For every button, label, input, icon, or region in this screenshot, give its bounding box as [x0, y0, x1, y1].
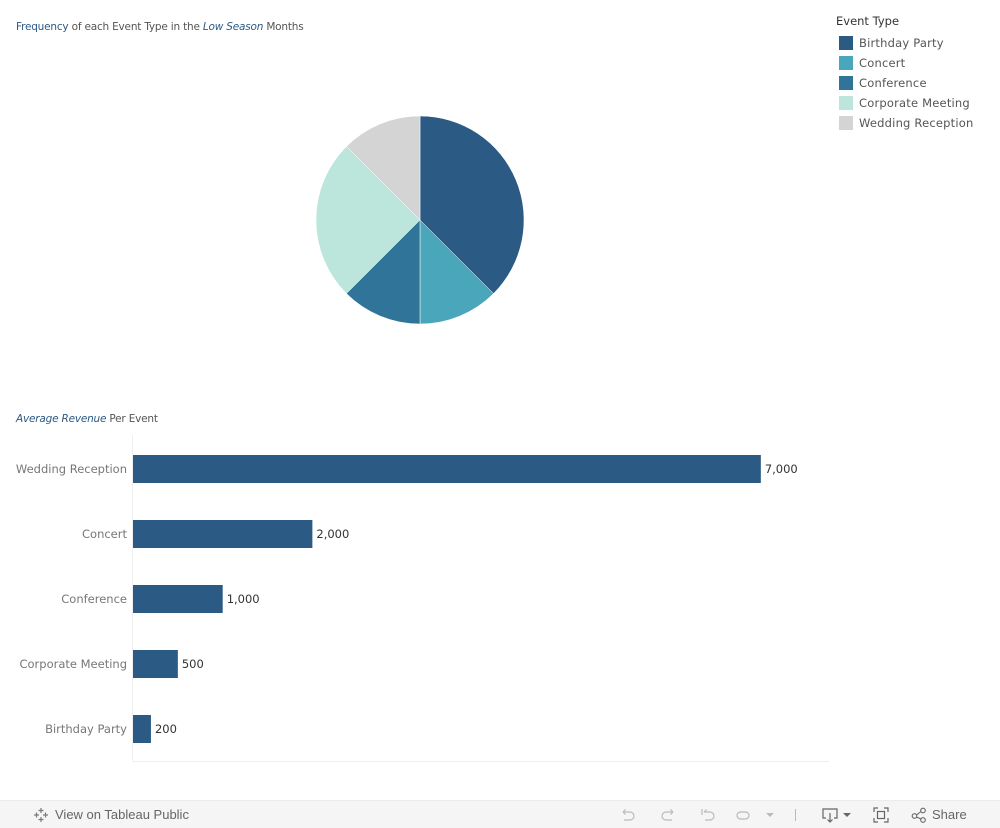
bar-chart-title: Average Revenue Per Event — [16, 413, 158, 425]
bar-birthday-party[interactable] — [133, 715, 151, 743]
y-tick-label-corporate-meeting: Corporate Meeting — [19, 657, 127, 671]
y-tick-label-conference: Conference — [61, 592, 127, 606]
legend-label: Wedding Reception — [859, 116, 974, 130]
undo-button[interactable] — [620, 801, 636, 828]
caret-down-icon — [766, 812, 774, 817]
data-label-birthday-party: 200 — [155, 722, 177, 736]
bar-chart: Wedding Reception 7,000 Concert 2,000 Confer… — [16, 435, 829, 762]
legend: Event Type Birthday Party Concert Conferen… — [836, 14, 974, 133]
legend-label: Birthday Party — [859, 36, 944, 50]
revert-button[interactable] — [700, 801, 716, 828]
data-label-wedding-reception: 7,000 — [765, 462, 798, 476]
legend-swatch — [839, 56, 853, 70]
redo-button[interactable] — [660, 801, 676, 828]
legend-item-conference[interactable]: Conference — [836, 73, 974, 93]
share-label: Share — [932, 807, 967, 822]
legend-swatch — [839, 96, 853, 110]
legend-label: Conference — [859, 76, 927, 90]
toolbar: View on Tableau Public Share — [0, 800, 1000, 828]
legend-item-birthday-party[interactable]: Birthday Party — [836, 33, 974, 53]
title-text: of each Event Type in the — [68, 21, 203, 33]
legend-swatch — [839, 36, 853, 50]
toolbar-divider — [795, 801, 796, 828]
data-label-corporate-meeting: 500 — [182, 657, 204, 671]
fullscreen-icon — [873, 806, 889, 823]
title-average-revenue: Average Revenue — [16, 413, 107, 425]
download-button[interactable] — [821, 801, 852, 828]
view-on-tableau-public-link[interactable]: View on Tableau Public — [33, 801, 189, 828]
bar-concert[interactable] — [133, 520, 313, 548]
pie-chart-title: Frequency of each Event Type in the Low … — [16, 21, 304, 33]
refresh-dropdown[interactable] — [765, 801, 775, 828]
legend-swatch — [839, 116, 853, 130]
revert-icon — [701, 808, 715, 821]
bar-conference[interactable] — [133, 585, 223, 613]
legend-item-corporate-meeting[interactable]: Corporate Meeting — [836, 93, 974, 113]
bar-wedding-reception[interactable] — [133, 455, 761, 483]
share-icon — [911, 807, 926, 823]
data-label-concert: 2,000 — [316, 527, 349, 541]
fullscreen-button[interactable] — [873, 801, 889, 828]
bar-corporate-meeting[interactable] — [133, 650, 178, 678]
data-label-conference: 1,000 — [227, 592, 260, 606]
legend-label: Concert — [859, 56, 906, 70]
undo-icon — [622, 808, 635, 821]
legend-swatch — [839, 76, 853, 90]
tableau-logo-icon — [33, 807, 49, 823]
title-text: Per Event — [106, 413, 158, 425]
legend-item-wedding-reception[interactable]: Wedding Reception — [836, 113, 974, 133]
share-button[interactable]: Share — [911, 801, 967, 828]
title-low-season: Low Season — [202, 21, 264, 33]
refresh-icon — [736, 810, 750, 820]
title-text: Months — [263, 21, 304, 33]
legend-title: Event Type — [836, 14, 900, 28]
legend-label: Corporate Meeting — [859, 96, 970, 110]
view-label: View on Tableau Public — [55, 807, 189, 822]
pie-chart — [315, 115, 525, 325]
redo-icon — [661, 808, 674, 821]
y-tick-label-concert: Concert — [82, 527, 127, 541]
download-icon — [822, 807, 838, 823]
legend-item-concert[interactable]: Concert — [836, 53, 974, 73]
title-frequency: Frequency — [16, 21, 69, 33]
y-tick-label-wedding-reception: Wedding Reception — [16, 462, 127, 476]
caret-down-icon — [843, 812, 851, 817]
refresh-button[interactable] — [735, 801, 751, 828]
y-tick-label-birthday-party: Birthday Party — [45, 722, 127, 736]
